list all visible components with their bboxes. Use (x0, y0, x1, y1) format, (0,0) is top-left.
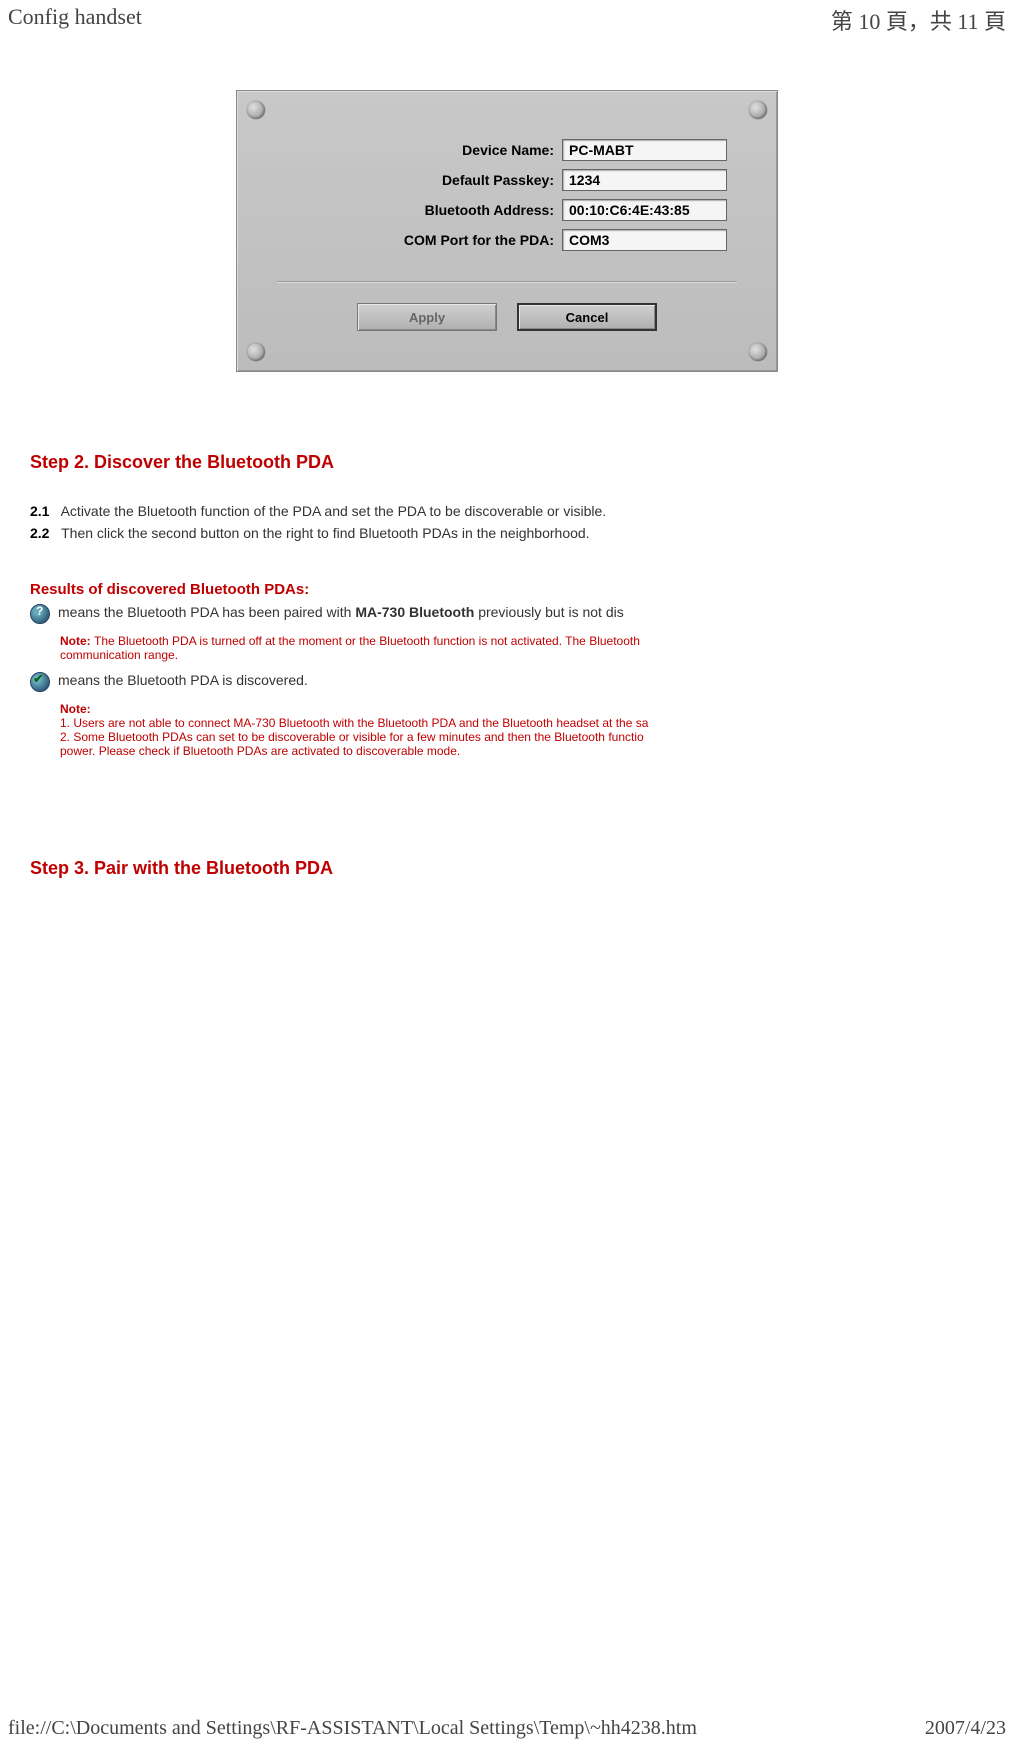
result-item-discovered: means the Bluetooth PDA is discovered. (30, 672, 984, 692)
text: previously but is not dis (474, 604, 623, 620)
note-label: Note: (60, 634, 94, 648)
rivet-icon (247, 101, 265, 119)
note-1: Note: The Bluetooth PDA is turned off at… (60, 634, 984, 662)
default-passkey-input[interactable] (562, 169, 727, 191)
file-path: file://C:\Documents and Settings\RF-ASSI… (8, 1717, 697, 1740)
step-text: Then click the second button on the righ… (61, 525, 589, 541)
result-text: means the Bluetooth PDA has been paired … (58, 604, 624, 620)
cancel-button[interactable]: Cancel (517, 303, 657, 331)
step3-heading: Step 3. Pair with the Bluetooth PDA (30, 858, 984, 879)
text: means the Bluetooth PDA has been paired … (58, 604, 355, 620)
note-text: communication range. (60, 648, 178, 662)
rivet-icon (749, 101, 767, 119)
step2-heading: Step 2. Discover the Bluetooth PDA (30, 452, 984, 473)
result-item-paired: means the Bluetooth PDA has been paired … (30, 604, 984, 624)
rivet-icon (749, 343, 767, 361)
apply-button[interactable]: Apply (357, 303, 497, 331)
bluetooth-address-label: Bluetooth Address: (425, 202, 554, 218)
footer-date: 2007/4/23 (925, 1717, 1006, 1740)
note-line: 2. Some Bluetooth PDAs can set to be dis… (60, 730, 644, 744)
rivet-icon (247, 343, 265, 361)
device-name-input[interactable] (562, 139, 727, 161)
note-line: power. Please check if Bluetooth PDAs ar… (60, 744, 460, 758)
question-globe-icon (30, 604, 50, 624)
note-label: Note: (60, 702, 91, 716)
config-dialog: Device Name: Default Passkey: Bluetooth … (236, 90, 778, 372)
bluetooth-address-input[interactable] (562, 199, 727, 221)
check-globe-icon (30, 672, 50, 692)
page-title: Config handset (8, 4, 142, 36)
step-number: 2.2 (30, 525, 49, 541)
com-port-input[interactable] (562, 229, 727, 251)
step-number: 2.1 (30, 503, 49, 519)
step-text: Activate the Bluetooth function of the P… (61, 503, 607, 519)
note-text: The Bluetooth PDA is turned off at the m… (94, 634, 640, 648)
divider (277, 281, 737, 283)
device-name-label: Device Name: (462, 142, 554, 158)
default-passkey-label: Default Passkey: (442, 172, 554, 188)
result-text: means the Bluetooth PDA is discovered. (58, 672, 308, 688)
note-2: Note: 1. Users are not able to connect M… (60, 702, 984, 758)
results-heading: Results of discovered Bluetooth PDAs: (30, 581, 984, 598)
bold-text: MA-730 Bluetooth (355, 604, 474, 620)
step-2-2: 2.2 Then click the second button on the … (30, 525, 984, 541)
step-2-1: 2.1 Activate the Bluetooth function of t… (30, 503, 984, 519)
com-port-label: COM Port for the PDA: (404, 232, 554, 248)
note-line: 1. Users are not able to connect MA-730 … (60, 716, 648, 730)
page-counter: 第 10 頁，共 11 頁 (831, 4, 1006, 36)
